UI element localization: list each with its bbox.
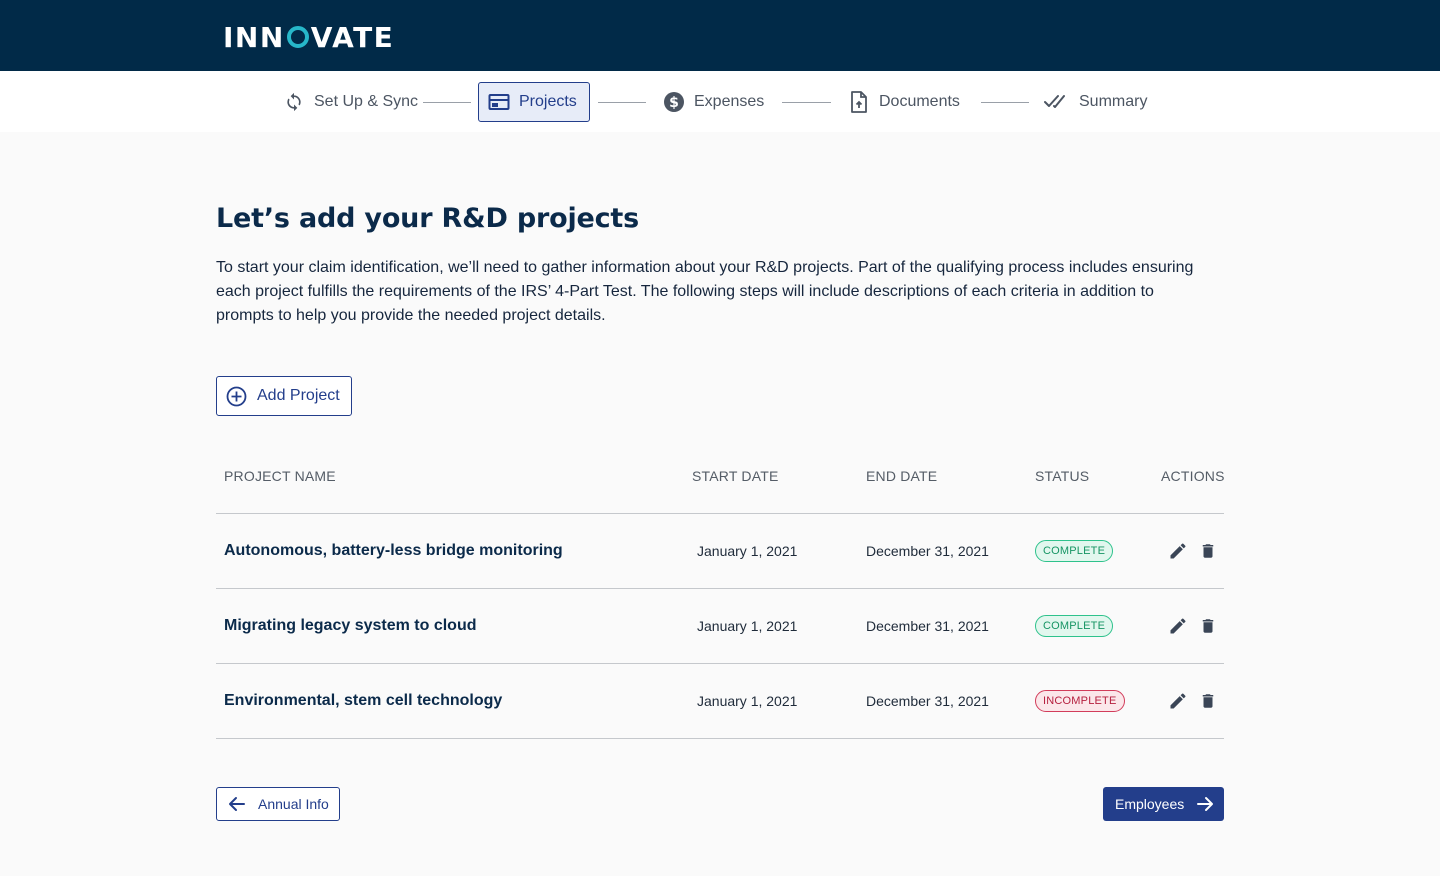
table-row: Migrating legacy system to cloud January… bbox=[216, 588, 1224, 663]
project-name[interactable]: Autonomous, battery-less bridge monitori… bbox=[224, 542, 563, 560]
start-date: January 1, 2021 bbox=[697, 618, 798, 634]
plus-circle-icon bbox=[226, 386, 247, 407]
table-row: Environmental, stem cell technology Janu… bbox=[216, 663, 1224, 738]
pencil-icon bbox=[1170, 543, 1186, 559]
next-label: Employees bbox=[1115, 796, 1185, 812]
step-label: Projects bbox=[519, 93, 577, 110]
end-date: December 31, 2021 bbox=[866, 543, 989, 559]
project-name[interactable]: Migrating legacy system to cloud bbox=[224, 617, 477, 635]
add-project-button[interactable]: Add Project bbox=[216, 376, 352, 416]
step-summary[interactable]: Summary bbox=[1044, 82, 1147, 122]
arrow-right-icon bbox=[1195, 794, 1215, 814]
trash-icon bbox=[1202, 544, 1214, 558]
double-check-icon bbox=[1044, 91, 1070, 113]
step-connector bbox=[423, 102, 471, 103]
step-documents[interactable]: Documents bbox=[848, 82, 960, 122]
delete-button[interactable] bbox=[1197, 615, 1219, 637]
header-end-date: END DATE bbox=[866, 468, 938, 484]
edit-button[interactable] bbox=[1167, 540, 1189, 562]
svg-text:$: $ bbox=[669, 95, 679, 111]
back-annual-info-button[interactable]: Annual Info bbox=[216, 787, 340, 821]
intro-text: To start your claim identification, we’l… bbox=[216, 259, 1194, 324]
table-divider bbox=[216, 738, 1224, 739]
add-project-label: Add Project bbox=[257, 387, 340, 404]
step-label: Summary bbox=[1079, 93, 1148, 110]
page-title: Let’s add your R&D projects bbox=[216, 203, 640, 234]
step-connector bbox=[782, 102, 831, 103]
start-date: January 1, 2021 bbox=[697, 543, 798, 559]
start-date: January 1, 2021 bbox=[697, 693, 798, 709]
step-set-up-sync[interactable]: Set Up & Sync bbox=[283, 82, 418, 122]
pencil-icon bbox=[1170, 693, 1186, 709]
arrow-left-icon bbox=[227, 794, 247, 814]
step-expenses[interactable]: $ Expenses bbox=[663, 82, 764, 122]
delete-button[interactable] bbox=[1197, 540, 1219, 562]
trash-icon bbox=[1202, 619, 1214, 633]
project-name[interactable]: Environmental, stem cell technology bbox=[224, 692, 502, 710]
step-connector bbox=[598, 102, 646, 103]
step-label: Set Up & Sync bbox=[314, 93, 419, 110]
header-start-date: START DATE bbox=[692, 468, 779, 484]
status-badge: COMPLETE bbox=[1035, 615, 1114, 637]
logo-ring bbox=[286, 26, 309, 48]
back-label: Annual Info bbox=[258, 796, 329, 812]
step-label: Documents bbox=[879, 93, 960, 110]
document-upload-icon bbox=[848, 91, 870, 113]
dollar-icon: $ bbox=[663, 91, 685, 113]
header-status: STATUS bbox=[1035, 468, 1090, 484]
top-bar: INN VATE bbox=[0, 0, 1440, 71]
end-date: December 31, 2021 bbox=[866, 618, 989, 634]
step-projects[interactable]: Projects bbox=[478, 82, 590, 122]
header-project-name: PROJECT NAME bbox=[224, 468, 336, 484]
end-date: December 31, 2021 bbox=[866, 693, 989, 709]
status-badge: COMPLETE bbox=[1035, 540, 1114, 562]
progress-stepper: Set Up & Sync Projects $ Expenses Docume… bbox=[0, 71, 1440, 132]
trash-icon bbox=[1202, 694, 1214, 708]
edit-button[interactable] bbox=[1167, 615, 1189, 637]
projects-icon bbox=[488, 91, 510, 113]
edit-button[interactable] bbox=[1167, 690, 1189, 712]
table-row: Autonomous, battery-less bridge monitori… bbox=[216, 513, 1224, 588]
pencil-icon bbox=[1170, 618, 1186, 634]
step-label: Expenses bbox=[694, 93, 765, 110]
delete-button[interactable] bbox=[1197, 690, 1219, 712]
status-badge: INCOMPLETE bbox=[1035, 690, 1125, 712]
header-actions: ACTIONS bbox=[1161, 468, 1225, 484]
sync-icon bbox=[283, 91, 305, 113]
next-employees-button[interactable]: Employees bbox=[1103, 787, 1224, 821]
innovate-logo[interactable]: INN VATE bbox=[223, 19, 394, 55]
step-connector bbox=[981, 102, 1029, 103]
